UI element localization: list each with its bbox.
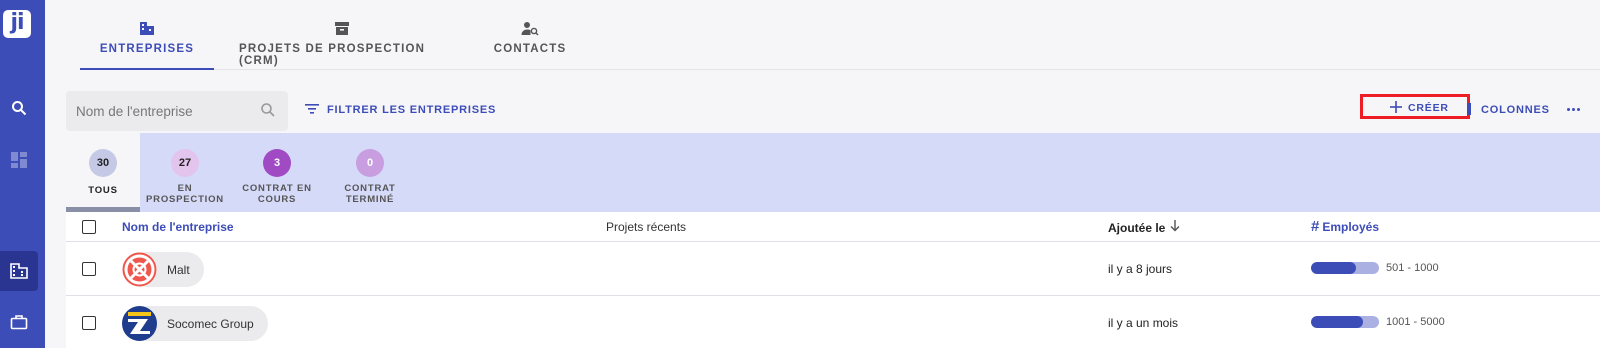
employees-bar xyxy=(1311,316,1379,328)
create-label: CRÉER xyxy=(1408,102,1449,114)
tab-entreprises[interactable]: ENTREPRISES xyxy=(80,0,214,70)
columns-button[interactable]: COLONNES xyxy=(1465,100,1550,120)
company-name: Socomec Group xyxy=(167,316,254,331)
status-tab-contrat-termine[interactable]: 0 CONTRAT TERMINÉ xyxy=(338,133,402,212)
row-checkbox[interactable] xyxy=(82,262,96,276)
table-row[interactable]: Socomec Group il y a un mois 1001 - 5000 xyxy=(66,296,1600,348)
more-options-icon[interactable] xyxy=(1567,104,1583,114)
status-count: 30 xyxy=(89,149,117,177)
company-search xyxy=(66,91,288,131)
malt-logo-icon xyxy=(122,252,157,287)
added-date: il y a un mois xyxy=(1108,316,1179,330)
socomec-logo-icon xyxy=(122,306,157,341)
status-label: CONTRAT TERMINÉ xyxy=(344,183,396,205)
tab-label: CONTACTS xyxy=(493,43,567,55)
plus-icon xyxy=(1390,100,1402,116)
employees-range: 501 - 1000 xyxy=(1386,262,1439,274)
search-icon[interactable] xyxy=(0,88,38,128)
column-header-added[interactable]: Ajoutée le xyxy=(1108,220,1180,235)
status-tab-prospection[interactable]: 27 EN PROSPECTION xyxy=(146,133,224,212)
status-count: 27 xyxy=(171,149,199,177)
dashboard-icon[interactable] xyxy=(0,140,38,180)
briefcase-icon[interactable] xyxy=(0,302,38,342)
employees-range: 1001 - 5000 xyxy=(1386,316,1445,328)
tab-contacts[interactable]: CONTACTS xyxy=(494,0,566,70)
archive-icon xyxy=(334,19,350,37)
company-chip[interactable]: Socomec Group xyxy=(122,306,268,341)
sidebar: ji xyxy=(0,0,45,348)
table-header: Nom de l'entreprise Projets récents Ajou… xyxy=(66,212,1600,242)
row-checkbox[interactable] xyxy=(82,316,96,330)
employees-bar xyxy=(1311,262,1379,274)
column-header-projects: Projets récents xyxy=(606,220,687,234)
column-header-employees[interactable]: # Employés xyxy=(1311,218,1380,235)
create-button[interactable]: CRÉER xyxy=(1360,96,1470,120)
status-filter-band: 30 TOUS 27 EN PROSPECTION 3 CONTRAT EN C… xyxy=(66,133,1600,212)
status-label: CONTRAT EN COURS xyxy=(242,183,312,205)
columns-label: COLONNES xyxy=(1481,104,1550,116)
top-tabs: ENTREPRISES PROJETS DE PROSPECTION (CRM)… xyxy=(80,0,1600,70)
person-search-icon xyxy=(521,19,539,37)
app-logo[interactable]: ji xyxy=(3,10,31,38)
company-name: Malt xyxy=(167,262,190,277)
building-icon xyxy=(139,19,155,37)
filter-label: FILTRER LES ENTREPRISES xyxy=(327,104,497,116)
select-all-checkbox[interactable] xyxy=(82,220,96,234)
status-count: 3 xyxy=(263,149,291,177)
tab-label: ENTREPRISES xyxy=(99,43,195,55)
columns-icon xyxy=(1465,102,1473,118)
filter-companies-button[interactable]: FILTRER LES ENTREPRISES xyxy=(305,100,496,120)
search-input[interactable] xyxy=(76,100,246,122)
tab-label: PROJETS DE PROSPECTION (CRM) xyxy=(239,43,426,67)
filter-icon xyxy=(305,103,319,118)
table-row[interactable]: Malt il y a 8 jours 501 - 1000 xyxy=(66,242,1600,296)
tab-projets[interactable]: PROJETS DE PROSPECTION (CRM) xyxy=(239,0,445,70)
column-header-name[interactable]: Nom de l'entreprise xyxy=(122,220,234,234)
status-tab-all[interactable]: 30 TOUS xyxy=(66,133,140,212)
employees-label: Employés xyxy=(1322,220,1380,234)
building-icon[interactable] xyxy=(0,251,38,291)
status-count: 0 xyxy=(356,149,384,177)
status-label: TOUS xyxy=(88,185,118,196)
status-tab-contrat-en-cours[interactable]: 3 CONTRAT EN COURS xyxy=(240,133,314,212)
status-label: EN PROSPECTION xyxy=(146,183,224,205)
added-label: Ajoutée le xyxy=(1108,220,1166,235)
company-chip[interactable]: Malt xyxy=(122,252,204,287)
employees-bar-fill xyxy=(1311,316,1363,328)
hash-icon: # xyxy=(1311,218,1320,235)
added-date: il y a 8 jours xyxy=(1108,262,1173,276)
sort-down-icon xyxy=(1170,220,1180,235)
employees-bar-fill xyxy=(1311,262,1356,274)
search-icon[interactable] xyxy=(260,102,276,123)
